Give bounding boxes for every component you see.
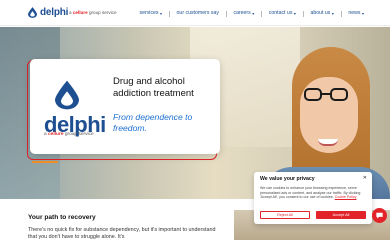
chevron-down-icon: ▾ [160,10,163,16]
nav-about-us[interactable]: about us ▾ [310,10,333,17]
hero-subtitle: From dependence to freedom. [113,112,193,133]
nav-contact-us[interactable]: contact us ▾ [269,10,296,17]
cookie-consent-banner: ✕ We value your privacy We use cookies t… [254,172,372,224]
logo-tagline: a cellure group service [69,10,117,15]
main-nav: services ▾ our customers say careers ▾ c… [140,10,364,17]
chevron-down-icon: ▾ [361,10,364,16]
hero-photo-glasses-bridge [322,93,330,95]
close-icon[interactable]: ✕ [363,175,367,181]
hero-logo-tagline: a cellure group service [44,132,94,137]
nav-news[interactable]: news ▾ [348,10,364,17]
section-text: There's no quick fix for substance depen… [28,227,216,240]
nav-careers[interactable]: careers ▾ [233,10,254,17]
logo-wordmark: delphi [40,7,69,18]
cookie-buttons: Reject All Accept All [260,211,366,219]
accent-line [32,161,58,163]
nav-divider [340,10,342,17]
nav-divider [302,10,304,17]
chevron-down-icon: ▾ [331,10,334,16]
hero-title: Drug and alcohol addiction treatment [113,76,194,99]
cookie-body: We use cookies to enhance your browsing … [260,186,361,199]
logo-drop-icon [55,80,79,110]
nav-divider [225,10,227,17]
cookie-policy-link[interactable]: Cookie Policy [335,195,357,199]
nav-divider [169,10,170,17]
chat-button[interactable] [372,208,387,223]
site-header: delphi a cellure group service services … [0,0,390,26]
nav-divider [261,10,262,17]
chevron-down-icon: ▾ [293,10,296,16]
section-title: Your path to recovery [28,214,96,221]
cookie-title: We value your privacy [260,176,315,182]
reject-all-button[interactable]: Reject All [260,211,310,219]
hero-photo-glasses [304,88,322,101]
hero-photo-glasses [330,88,348,101]
nav-services[interactable]: services ▾ [140,10,163,17]
nav-our-customers-say[interactable]: our customers say [177,10,219,17]
chevron-down-icon: ▾ [252,10,255,16]
accept-all-button[interactable]: Accept All [316,211,366,219]
logo-drop-icon [28,7,37,18]
site-logo[interactable]: delphi [28,7,68,18]
chat-icon [376,212,383,219]
